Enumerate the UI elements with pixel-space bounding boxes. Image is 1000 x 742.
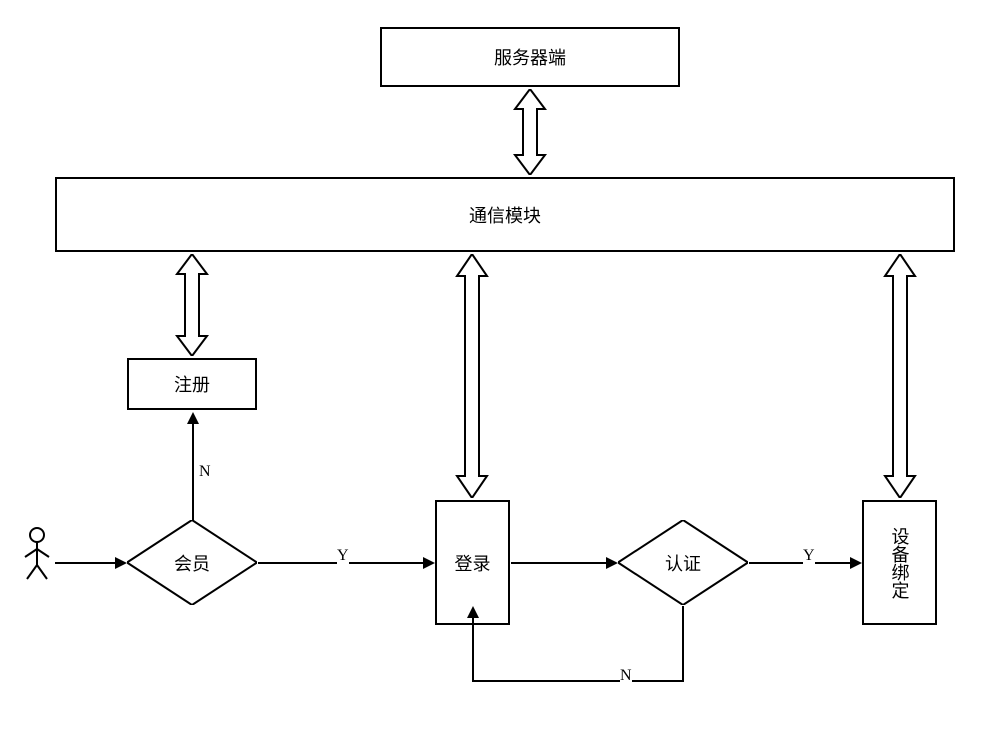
register-label: 注册 — [174, 371, 210, 397]
user-icon — [22, 527, 52, 585]
server-label: 服务器端 — [494, 44, 566, 70]
device-bind-label: 设备绑定 — [887, 527, 913, 599]
member-diamond: 会员 — [127, 520, 257, 605]
arrow-server-comm — [510, 89, 550, 180]
arrow-auth-login-back — [466, 606, 690, 696]
auth-diamond: 认证 — [618, 520, 748, 605]
login-label: 登录 — [455, 550, 491, 576]
arrow-comm-register — [172, 254, 212, 361]
arrow-user-member — [55, 556, 127, 575]
server-box: 服务器端 — [380, 27, 680, 87]
label-y-member: Y — [337, 547, 349, 565]
comm-module-box: 通信模块 — [55, 177, 955, 252]
label-n-auth: N — [620, 667, 632, 685]
arrow-comm-bind — [880, 254, 920, 503]
arrow-member-register — [186, 412, 200, 525]
device-bind-box: 设备绑定 — [862, 500, 937, 625]
arrow-login-auth — [511, 556, 618, 575]
auth-diamond-label: 认证 — [665, 550, 701, 576]
comm-module-label: 通信模块 — [469, 202, 541, 228]
label-y-auth: Y — [803, 547, 815, 565]
label-n-member: N — [199, 463, 211, 481]
arrow-comm-login — [452, 254, 492, 503]
register-box: 注册 — [127, 358, 257, 410]
member-diamond-label: 会员 — [174, 550, 210, 576]
